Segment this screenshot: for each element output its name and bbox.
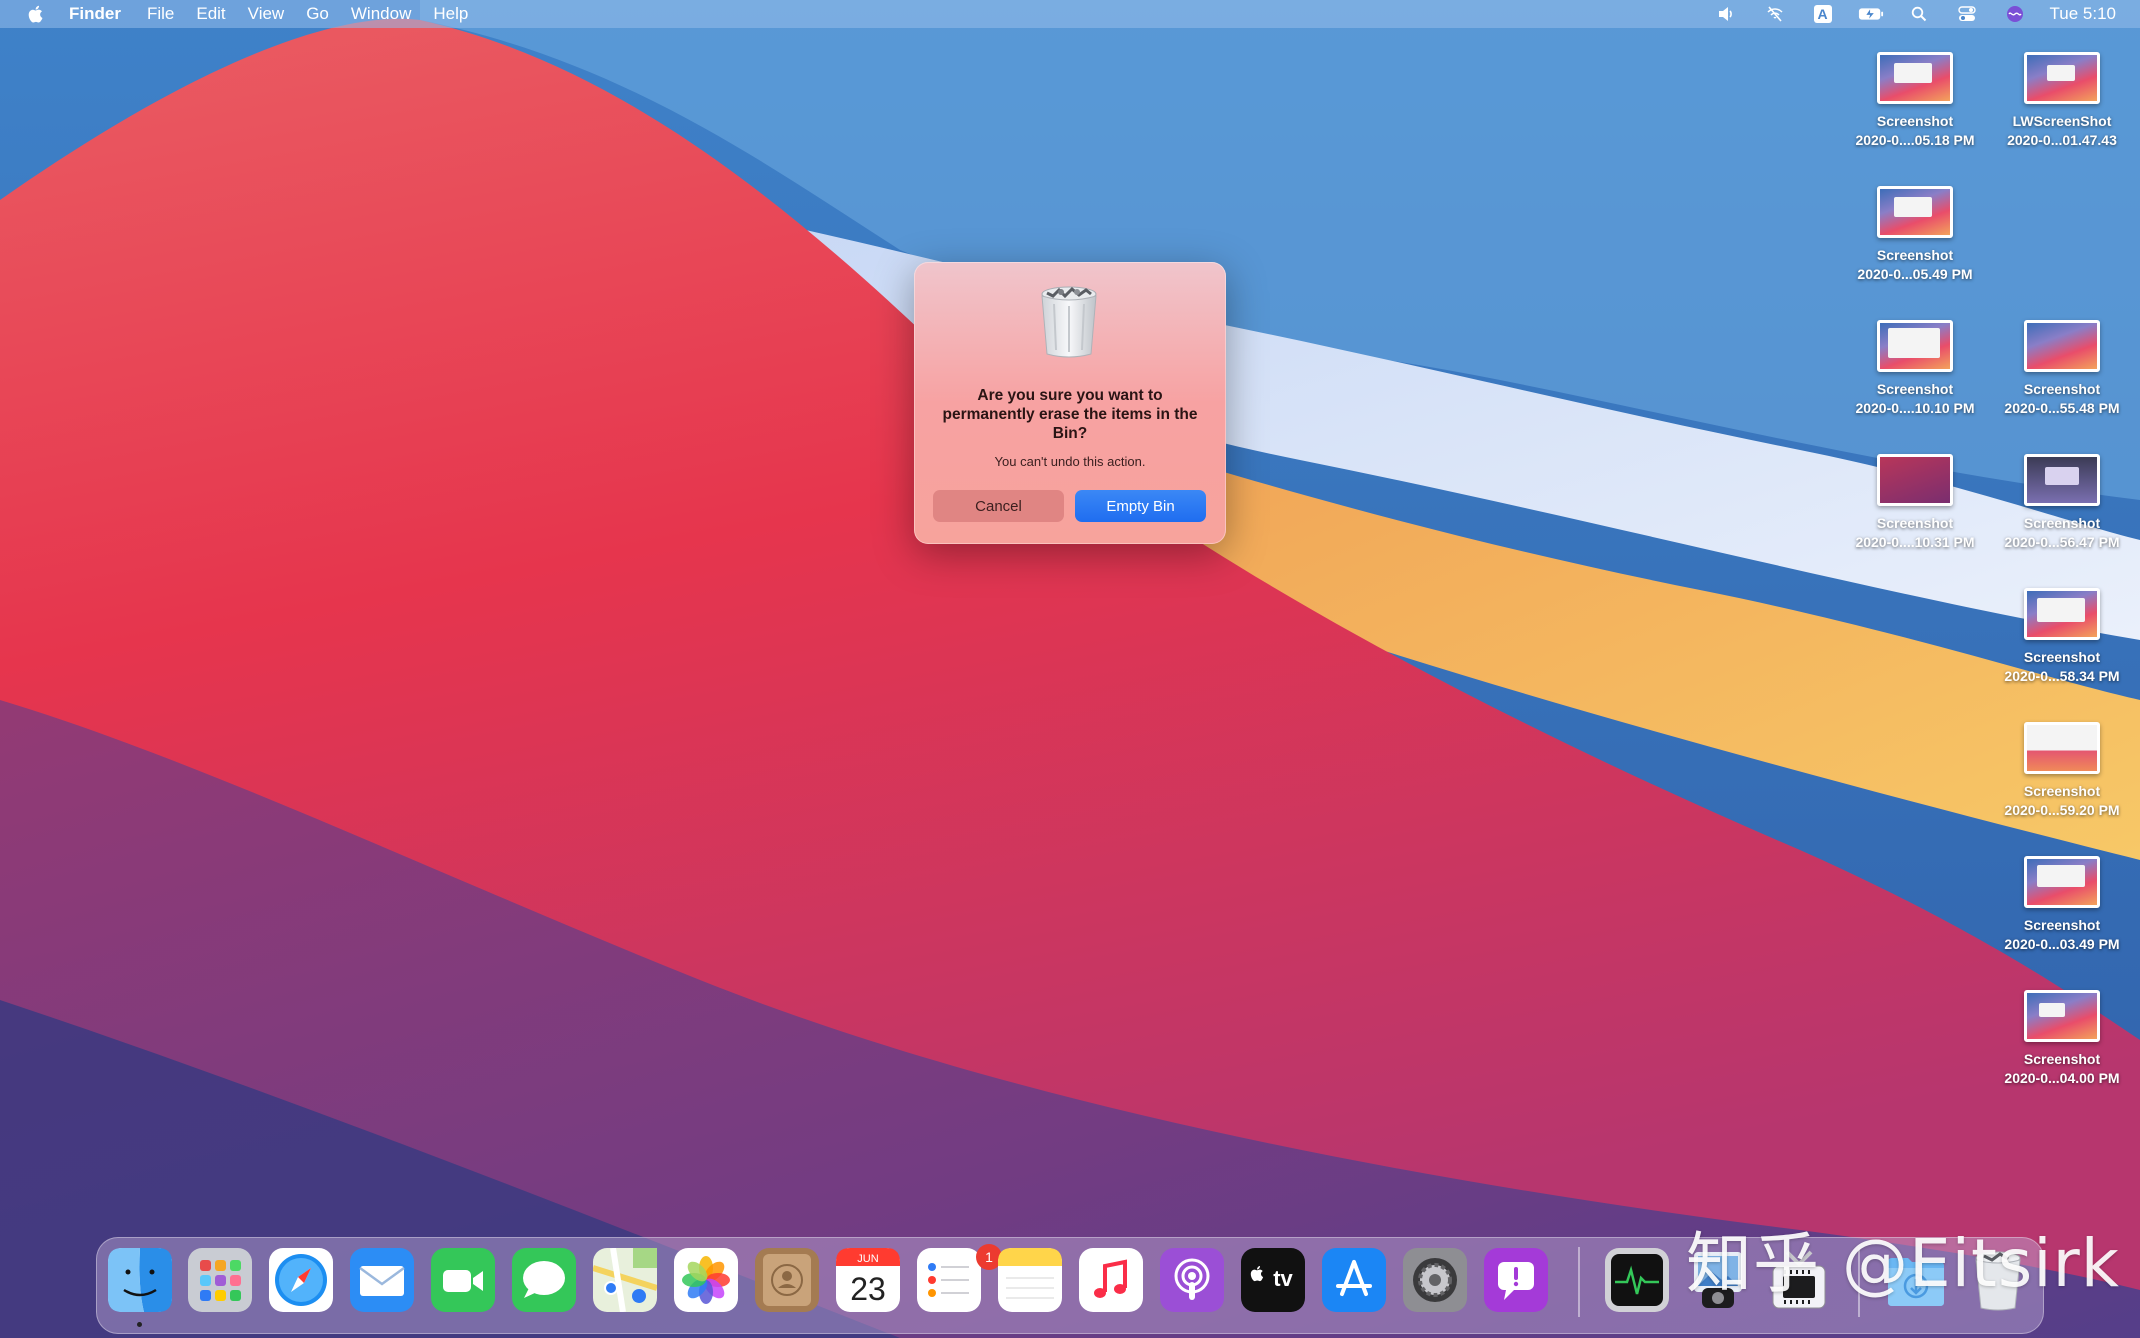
empty-bin-dialog: Are you sure you want to permanently era… bbox=[914, 262, 1226, 544]
dialog-message: You can't undo this action. bbox=[994, 454, 1146, 469]
messages-icon[interactable] bbox=[512, 1248, 576, 1312]
control-center-icon[interactable] bbox=[1954, 4, 1980, 24]
empty-bin-button[interactable]: Empty Bin bbox=[1075, 490, 1206, 522]
desktop-file-icon[interactable]: Screenshot 2020-0...05.49 PM bbox=[1840, 186, 1990, 284]
desktop-file-icon[interactable]: Screenshot 2020-0....05.18 PM bbox=[1840, 52, 1990, 150]
menu-app-name[interactable]: Finder bbox=[69, 4, 121, 24]
menu-go[interactable]: Go bbox=[306, 4, 329, 24]
desktop-wallpaper bbox=[0, 0, 2140, 1338]
desktop-file-icon[interactable]: Screenshot 2020-0...03.49 PM bbox=[1987, 856, 2137, 954]
system-preferences-icon[interactable] bbox=[1403, 1248, 1467, 1312]
file-thumbnail bbox=[1877, 186, 1953, 238]
file-thumbnail bbox=[1877, 320, 1953, 372]
notes-icon[interactable] bbox=[998, 1248, 1062, 1312]
menu-edit[interactable]: Edit bbox=[196, 4, 225, 24]
desktop-file-icon[interactable]: Screenshot 2020-0...56.47 PM bbox=[1987, 454, 2137, 552]
dock-separator bbox=[1578, 1247, 1580, 1317]
menu-clock[interactable]: Tue 5:10 bbox=[2050, 4, 2116, 24]
file-thumbnail bbox=[1877, 52, 1953, 104]
input-source-letter: A bbox=[1813, 5, 1832, 23]
volume-icon[interactable] bbox=[1714, 4, 1740, 24]
menu-window[interactable]: Window bbox=[351, 4, 411, 24]
facetime-icon[interactable] bbox=[431, 1248, 495, 1312]
file-name: Screenshot 2020-0...56.47 PM bbox=[2004, 515, 2120, 550]
file-thumbnail bbox=[2024, 454, 2100, 506]
calendar-day: 23 bbox=[850, 1271, 886, 1307]
desktop-file-icon[interactable]: LWScreenShot 2020-0...01.47.43 bbox=[1987, 52, 2137, 150]
menu-view[interactable]: View bbox=[248, 4, 285, 24]
battery-icon[interactable] bbox=[1858, 4, 1884, 24]
safari-icon[interactable] bbox=[269, 1248, 333, 1312]
dialog-title: Are you sure you want to permanently era… bbox=[942, 387, 1198, 442]
file-name: Screenshot 2020-0....10.10 PM bbox=[1855, 381, 1975, 416]
siri-icon[interactable] bbox=[2002, 4, 2028, 24]
activity-monitor-icon[interactable] bbox=[1605, 1248, 1669, 1312]
file-name: Screenshot 2020-0...55.48 PM bbox=[2004, 381, 2120, 416]
file-name: Screenshot 2020-0...04.00 PM bbox=[2004, 1051, 2120, 1086]
launchpad-icon[interactable] bbox=[188, 1248, 252, 1312]
photos-icon[interactable] bbox=[674, 1248, 738, 1312]
file-thumbnail bbox=[2024, 320, 2100, 372]
watermark-text: 知乎 @Eitsirk bbox=[1686, 1225, 2120, 1302]
desktop-file-icon[interactable]: Screenshot 2020-0...58.34 PM bbox=[1987, 588, 2137, 686]
file-name: LWScreenShot 2020-0...01.47.43 bbox=[2007, 113, 2117, 148]
contacts-icon[interactable] bbox=[755, 1248, 819, 1312]
music-icon[interactable] bbox=[1079, 1248, 1143, 1312]
file-thumbnail bbox=[1877, 454, 1953, 506]
feedback-assistant-icon[interactable] bbox=[1484, 1248, 1548, 1312]
apple-logo-icon[interactable] bbox=[25, 3, 47, 25]
cancel-button[interactable]: Cancel bbox=[933, 490, 1064, 522]
file-thumbnail bbox=[2024, 588, 2100, 640]
podcasts-icon[interactable] bbox=[1160, 1248, 1224, 1312]
desktop-file-icon[interactable]: Screenshot 2020-0....10.31 PM bbox=[1840, 454, 1990, 552]
spotlight-icon[interactable] bbox=[1906, 4, 1932, 24]
running-indicator bbox=[137, 1322, 142, 1327]
file-thumbnail bbox=[2024, 52, 2100, 104]
menu-file[interactable]: File bbox=[147, 4, 174, 24]
mail-icon[interactable] bbox=[350, 1248, 414, 1312]
file-thumbnail bbox=[2024, 856, 2100, 908]
calendar-icon[interactable]: JUN 23 bbox=[836, 1248, 900, 1312]
maps-icon[interactable] bbox=[593, 1248, 657, 1312]
reminders-icon[interactable] bbox=[917, 1248, 981, 1312]
trash-full-icon bbox=[1041, 286, 1097, 358]
desktop-file-icon[interactable]: Screenshot 2020-0...55.48 PM bbox=[1987, 320, 2137, 418]
file-name: Screenshot 2020-0....05.18 PM bbox=[1855, 113, 1975, 148]
file-name: Screenshot 2020-0...03.49 PM bbox=[2004, 917, 2120, 952]
file-name: Screenshot 2020-0....10.31 PM bbox=[1855, 515, 1975, 550]
file-name: Screenshot 2020-0...05.49 PM bbox=[1857, 247, 1973, 282]
file-thumbnail bbox=[2024, 722, 2100, 774]
desktop-file-icon[interactable]: Screenshot 2020-0....10.10 PM bbox=[1840, 320, 1990, 418]
menu-help[interactable]: Help bbox=[433, 4, 468, 24]
desktop-file-icon[interactable]: Screenshot 2020-0...59.20 PM bbox=[1987, 722, 2137, 820]
menu-bar: Finder File Edit View Go Window Help A T… bbox=[0, 0, 2140, 28]
file-name: Screenshot 2020-0...59.20 PM bbox=[2004, 783, 2120, 818]
file-name: Screenshot 2020-0...58.34 PM bbox=[2004, 649, 2120, 684]
input-source-icon[interactable]: A bbox=[1810, 4, 1836, 24]
desktop-file-icon[interactable]: Screenshot 2020-0...04.00 PM bbox=[1987, 990, 2137, 1088]
apple-tv-icon[interactable]: tv bbox=[1241, 1248, 1305, 1312]
finder-icon[interactable] bbox=[108, 1248, 172, 1312]
apple-tv-label: tv bbox=[1273, 1266, 1293, 1291]
calendar-month: JUN bbox=[857, 1253, 878, 1265]
app-store-icon[interactable] bbox=[1322, 1248, 1386, 1312]
wifi-off-icon[interactable] bbox=[1762, 4, 1788, 24]
file-thumbnail bbox=[2024, 990, 2100, 1042]
